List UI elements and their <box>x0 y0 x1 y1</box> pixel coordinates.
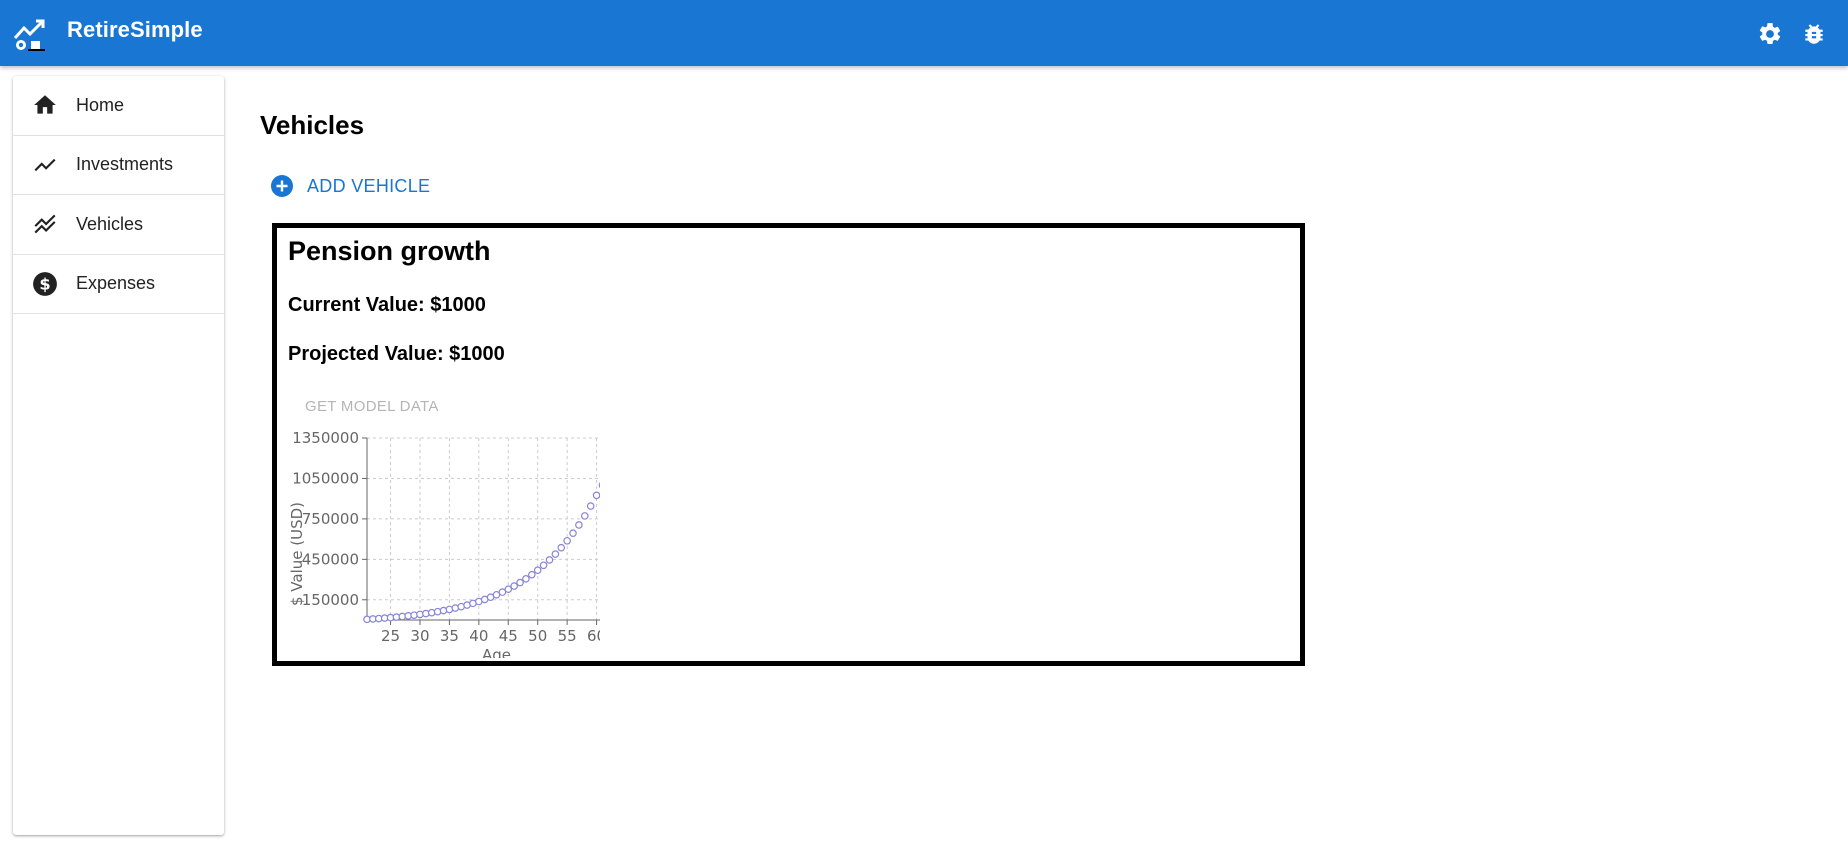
data-point <box>569 529 577 537</box>
data-point <box>510 582 518 590</box>
sidebar-item-label: Expenses <box>76 273 156 294</box>
app-bar: RetireSimple <box>0 0 1848 66</box>
data-point <box>516 578 524 587</box>
y-tick-label: 1350000 <box>292 429 359 447</box>
y-tick-label: 150000 <box>302 591 359 609</box>
settings-icon[interactable] <box>1757 21 1783 47</box>
data-point <box>563 536 571 545</box>
data-point <box>539 561 548 570</box>
sidebar-item-vehicles[interactable]: Vehicles <box>13 195 224 255</box>
x-tick-label: 35 <box>440 627 459 645</box>
page-title: Vehicles <box>260 110 365 140</box>
app-title: RetireSimple <box>67 17 203 42</box>
sidebar-item-label: Investments <box>76 154 174 175</box>
home-icon <box>34 95 56 114</box>
add-vehicle-button[interactable]: ADD VEHICLE <box>270 172 430 200</box>
data-point <box>598 482 600 489</box>
y-tick-label: 1050000 <box>292 469 359 487</box>
x-tick-label: 50 <box>528 627 547 645</box>
data-point <box>592 491 600 500</box>
sidebar-item-investments[interactable]: Investments <box>13 136 224 195</box>
y-tick-label: 450000 <box>302 550 359 568</box>
current-value: Current Value: $1000 <box>288 294 486 316</box>
y-axis-label: $ Value (USD) <box>288 502 306 606</box>
sidebar-item-home[interactable]: Home <box>13 76 224 136</box>
x-tick-label: 45 <box>499 627 518 645</box>
vehicle-card: Pension growth Current Value: $1000 Proj… <box>272 223 1305 666</box>
sidebar-item-expenses[interactable]: $ Expenses <box>13 255 224 314</box>
data-point <box>586 502 595 510</box>
pension-growth-chart: 2530354045505560651500004500007500001050… <box>288 429 600 658</box>
data-point <box>533 566 542 574</box>
stacked-line-chart-icon <box>34 214 56 234</box>
data-point <box>522 575 530 583</box>
sidebar-item-label: Home <box>76 94 125 115</box>
x-tick-label: 60 <box>587 627 600 645</box>
add-circle-icon <box>271 175 293 197</box>
x-tick-label: 30 <box>410 627 429 645</box>
x-axis-label: Age <box>482 646 511 658</box>
bug-icon[interactable] <box>1801 21 1827 47</box>
add-vehicle-label: ADD VEHICLE <box>307 175 431 196</box>
logo-icon <box>13 19 45 51</box>
sidebar-item-label: Vehicles <box>76 213 144 234</box>
projected-value: Projected Value: $1000 <box>288 343 505 365</box>
data-point <box>545 556 554 564</box>
trending-up-icon <box>34 158 56 171</box>
data-point <box>580 512 589 520</box>
svg-text:$: $ <box>39 274 50 293</box>
x-tick-label: 55 <box>558 627 577 645</box>
data-point <box>557 543 566 552</box>
data-point <box>575 521 583 529</box>
x-tick-label: 25 <box>381 627 400 645</box>
get-model-data-button[interactable]: GET MODEL DATA <box>305 398 439 415</box>
data-point <box>528 570 536 579</box>
vehicle-title: Pension growth <box>288 236 491 266</box>
x-tick-label: 40 <box>469 627 488 645</box>
data-point <box>433 607 442 616</box>
dollar-circle-icon: $ <box>33 271 57 296</box>
sidebar: Home Investments Vehicles $ Expenses <box>13 76 224 835</box>
y-tick-label: 750000 <box>302 510 359 528</box>
data-point <box>551 550 560 558</box>
